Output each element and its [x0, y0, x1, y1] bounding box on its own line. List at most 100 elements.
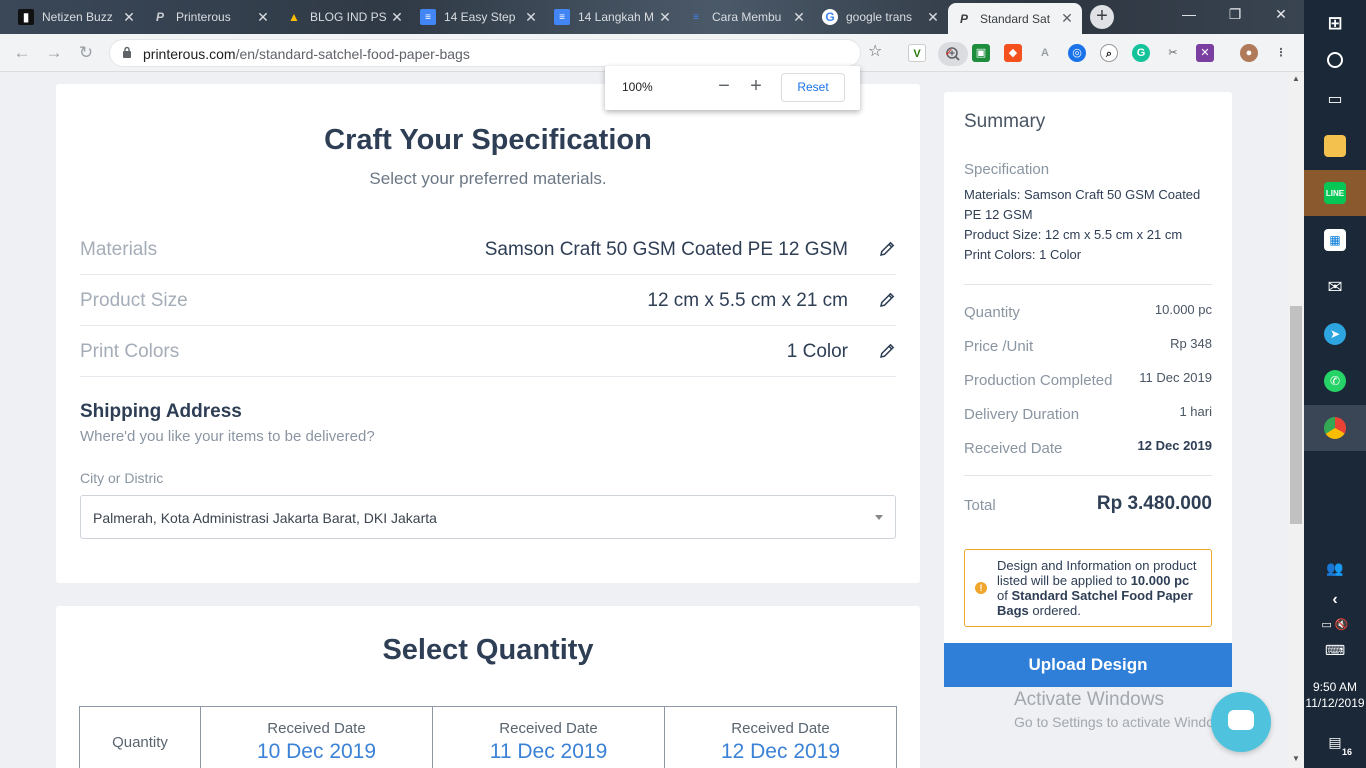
netizen-buzz-icon: ▮	[18, 9, 34, 25]
summary-value: 12 Dec 2019	[1137, 438, 1212, 453]
line-app-icon[interactable]: LINE	[1304, 170, 1366, 216]
close-icon[interactable]: ✕	[926, 9, 940, 26]
mail-icon[interactable]: ✉	[1304, 264, 1366, 310]
city-select[interactable]: Palmerah, Kota Administrasi Jakarta Bara…	[80, 495, 896, 539]
extension-icon[interactable]: ✂	[1164, 44, 1182, 62]
tab-langkah[interactable]: ≡ 14 Langkah M ✕	[546, 2, 680, 32]
page-scrollbar[interactable]: ▲ ▼	[1288, 72, 1304, 768]
close-icon[interactable]: ✕	[256, 9, 270, 26]
summary-spec-line: Product Size: 12 cm x 5.5 cm x 21 cm	[964, 227, 1183, 242]
menu-dots-icon[interactable]: ⋮	[1272, 44, 1290, 62]
scroll-down-icon[interactable]: ▼	[1288, 754, 1304, 763]
summary-spec-line: Print Colors: 1 Color	[964, 247, 1082, 262]
clock-time: 9:50 AM	[1312, 680, 1358, 694]
tab-cara-membu[interactable]: ≡ Cara Membu ✕	[680, 2, 814, 32]
profile-avatar[interactable]: ●	[1240, 44, 1258, 62]
extension-icon[interactable]: ◎	[1068, 44, 1086, 62]
extension-icon[interactable]: ◆	[1004, 44, 1022, 62]
warning-icon: !	[975, 582, 987, 594]
watermark-subtitle: Go to Settings to activate Windows.	[1014, 714, 1235, 730]
close-icon[interactable]: ✕	[792, 9, 806, 26]
close-icon[interactable]: ✕	[390, 9, 404, 26]
forward-icon[interactable]: →	[44, 43, 64, 63]
telegram-icon[interactable]: ➤	[1304, 311, 1366, 357]
minimize-button[interactable]: —	[1166, 0, 1212, 30]
tab-standard-sat[interactable]: P Standard Sat ✕	[948, 3, 1082, 34]
received-date: 10 Dec 2019	[256, 740, 377, 763]
quantity-card: Select Quantity Quantity Received Date 1…	[56, 606, 920, 768]
google-docs-icon: ≡	[693, 11, 699, 23]
store-icon[interactable]: ▦	[1304, 217, 1366, 263]
pencil-icon[interactable]	[878, 240, 896, 258]
system-clock[interactable]: 9:50 AM 11/12/2019	[1304, 679, 1366, 711]
google-drive-icon: ▲	[288, 10, 300, 24]
tab-printerous[interactable]: P Printerous ✕	[144, 2, 278, 32]
upload-design-button[interactable]: Upload Design	[944, 643, 1232, 687]
url-host: printerous.com	[143, 46, 236, 62]
quantity-title: Select Quantity	[382, 634, 594, 666]
tab-title: Printerous	[176, 10, 231, 24]
close-window-button[interactable]: ✕	[1258, 0, 1304, 30]
close-icon[interactable]: ✕	[122, 9, 136, 26]
search-extension-icon[interactable]: ⌕	[1100, 44, 1118, 62]
close-icon[interactable]: ✕	[658, 9, 672, 26]
pencil-icon[interactable]	[878, 342, 896, 360]
clock-date: 11/12/2019	[1305, 696, 1365, 710]
extension-icon[interactable]: ✕	[1196, 44, 1214, 62]
note-text: ordered.	[1028, 603, 1081, 618]
extension-icon[interactable]: ▣	[972, 44, 990, 62]
tab-netizen-buzz[interactable]: ▮ Netizen Buzz ✕	[10, 2, 144, 32]
keyboard-icon[interactable]: ⌨	[1304, 627, 1366, 673]
tab-easy-step[interactable]: ≡ 14 Easy Step ✕	[412, 2, 546, 32]
zoom-in-button[interactable]: +	[744, 75, 768, 99]
zoom-level: 100%	[622, 80, 653, 94]
chat-icon[interactable]	[1211, 692, 1271, 752]
scrollbar-thumb[interactable]	[1290, 306, 1302, 524]
google-icon: G	[822, 9, 838, 25]
received-date: 12 Dec 2019	[720, 740, 841, 763]
watermark-title: Activate Windows	[1014, 689, 1164, 710]
vpn-extension-icon[interactable]: V	[908, 44, 926, 62]
zoom-popup: 100% − + Reset	[605, 66, 860, 110]
task-view-icon[interactable]: ▭	[1304, 76, 1366, 122]
new-tab-button[interactable]: +	[1090, 5, 1114, 29]
lock-icon	[123, 46, 131, 58]
column-header: Received Date	[499, 720, 598, 737]
reload-icon[interactable]: ↻	[76, 43, 96, 63]
close-icon[interactable]: ✕	[1060, 10, 1074, 27]
address-bar[interactable]: printerous.com/en/standard-satchel-food-…	[109, 39, 968, 67]
tab-title: Netizen Buzz	[42, 10, 113, 24]
close-icon[interactable]: ✕	[524, 9, 538, 26]
tab-blog-ind[interactable]: ▲ BLOG IND PS ✕	[278, 2, 412, 32]
summary-spec-line: Materials: Samson Craft 50 GSM Coated PE…	[964, 187, 1201, 222]
bookmark-star-icon[interactable]: ☆	[868, 41, 882, 61]
note-product: Standard Satchel Food Paper Bags	[997, 588, 1193, 618]
spec-label: Product Size	[80, 290, 188, 311]
note-text: of	[997, 588, 1012, 603]
chrome-icon[interactable]	[1304, 405, 1366, 451]
back-icon[interactable]: ←	[12, 43, 32, 63]
extension-icon[interactable]: A	[1036, 44, 1054, 62]
date-column[interactable]: Received Date 12 Dec 2019	[665, 707, 896, 768]
notification-icon[interactable]: ▤ 16	[1304, 719, 1366, 765]
file-explorer-icon[interactable]	[1304, 123, 1366, 169]
pencil-icon[interactable]	[878, 291, 896, 309]
whatsapp-icon[interactable]: ✆	[1304, 358, 1366, 404]
extension-icon[interactable]: ✓	[940, 44, 958, 62]
scroll-up-icon[interactable]: ▲	[1288, 74, 1304, 83]
grammarly-icon[interactable]: G	[1132, 44, 1150, 62]
tab-google-trans[interactable]: G google trans ✕	[814, 2, 948, 32]
zoom-reset-button[interactable]: Reset	[781, 73, 845, 102]
zoom-out-button[interactable]: −	[712, 75, 736, 99]
maximize-button[interactable]: ❐	[1212, 0, 1258, 30]
specification-card: Craft Your Specification Select your pre…	[56, 84, 920, 583]
tab-title: 14 Easy Step	[444, 10, 516, 24]
spec-row-materials: Materials Samson Craft 50 GSM Coated PE …	[80, 224, 896, 275]
divider	[964, 284, 1212, 285]
summary-value: Rp 348	[1170, 336, 1212, 351]
date-column[interactable]: Received Date 11 Dec 2019	[433, 707, 665, 768]
date-column[interactable]: Received Date 10 Dec 2019	[201, 707, 433, 768]
summary-value: 11 Dec 2019	[1139, 370, 1212, 385]
column-header: Received Date	[731, 720, 830, 737]
summary-label: Price /Unit	[964, 338, 1034, 355]
